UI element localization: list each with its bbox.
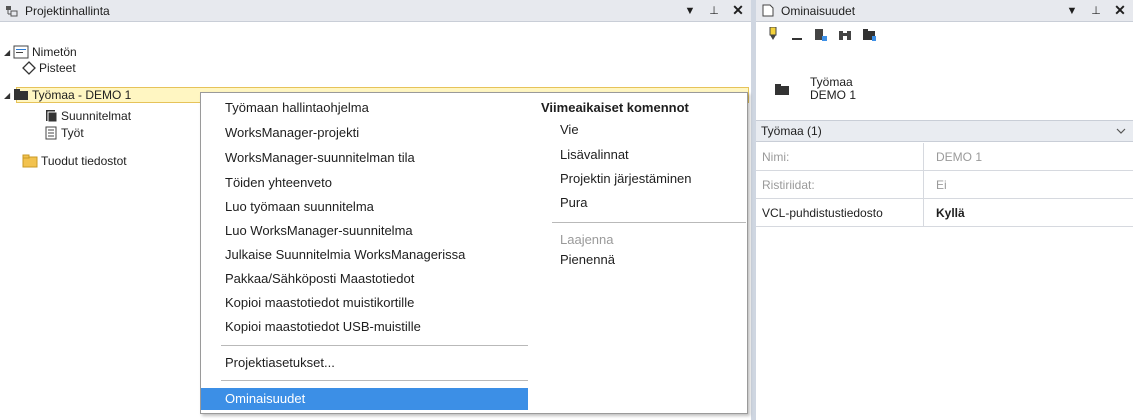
selected-object-header: Työmaa DEMO 1 — [756, 48, 1133, 122]
menu-item-project-settings[interactable]: Projektiasetukset... — [225, 352, 335, 374]
plans-icon — [44, 109, 58, 123]
tree-item-label: Pisteet — [39, 61, 76, 75]
menu-separator — [221, 380, 528, 381]
properties-panel-titlebar: Ominaisuudet ▼ ⊥ ✕ — [756, 0, 1133, 22]
dropdown-arrow-icon[interactable]: ▼ — [1061, 2, 1083, 20]
dropdown-arrow-icon[interactable]: ▼ — [679, 2, 701, 20]
menu-item-options[interactable]: Lisävalinnat — [560, 144, 629, 166]
collapse-arrow-icon[interactable]: ◢ — [4, 48, 13, 57]
pin-icon[interactable]: ⊥ — [703, 2, 725, 20]
menu-item-worksmanager-project[interactable]: WorksManager-projekti — [225, 122, 359, 144]
properties-toolbar — [756, 23, 1133, 47]
menu-item-copy-to-usb[interactable]: Kopioi maastotiedot USB-muistille — [225, 316, 421, 338]
menu-item-worksmanager-plan-status[interactable]: WorksManager-suunnitelman tila — [225, 147, 415, 169]
property-row-vcl-cleanup[interactable]: VCL-puhdistustiedosto Kyllä — [756, 199, 1133, 227]
highlight-pen-icon[interactable] — [766, 27, 780, 42]
menu-item-jobs-summary[interactable]: Töiden yhteenveto — [225, 172, 332, 194]
tree-item-label: Työt — [61, 126, 84, 140]
menu-item-expand: Laajenna — [560, 232, 614, 247]
property-value[interactable]: Kyllä — [924, 206, 965, 220]
menu-separator — [221, 345, 528, 346]
tree-item-jobs[interactable]: Työt — [44, 125, 84, 141]
close-icon[interactable]: ✕ — [1109, 2, 1131, 20]
tree-item-label: Nimetön — [32, 45, 77, 59]
property-category-label: Työmaa (1) — [761, 124, 822, 138]
menu-item-properties[interactable]: Ominaisuudet — [201, 388, 528, 410]
tree-item-label: Tuodut tiedostot — [41, 154, 127, 168]
collapse-arrow-icon[interactable]: ◢ — [4, 91, 13, 100]
project-manager-icon — [6, 5, 18, 17]
document-icon — [44, 126, 58, 140]
layer-icon[interactable] — [814, 28, 828, 42]
menu-separator — [552, 222, 746, 223]
menu-item-copy-to-memory-card[interactable]: Kopioi maastotiedot muistikortille — [225, 292, 414, 314]
project-panel-titlebar: Projektinhallinta ▼ ⊥ ✕ — [0, 0, 751, 22]
tree-item-label: Työmaa - DEMO 1 — [32, 88, 132, 102]
tree-item-points[interactable]: Pisteet — [22, 60, 76, 76]
context-menu: Työmaan hallintaohjelma WorksManager-pro… — [200, 92, 748, 414]
property-value: DEMO 1 — [936, 149, 983, 164]
folder-yellow-icon — [22, 154, 38, 168]
properties-panel-title: Ominaisuudet — [781, 3, 856, 18]
property-row-conflicts: Ristiriidat: Ei — [756, 171, 1133, 199]
menu-item-extract[interactable]: Pura — [560, 192, 587, 214]
menu-item-create-worksmanager-plan[interactable]: Luo WorksManager-suunnitelma — [225, 220, 413, 242]
property-key: Nimi: — [756, 143, 924, 170]
property-row-name: Nimi: DEMO 1 — [756, 143, 1133, 171]
pin-icon[interactable]: ⊥ — [1085, 2, 1107, 20]
property-category-header[interactable]: Työmaa (1) — [756, 120, 1133, 142]
chevron-down-icon[interactable] — [1109, 124, 1133, 138]
tree-item-site[interactable]: ◢ Työmaa - DEMO 1 — [4, 87, 131, 103]
folder-dark-icon — [13, 88, 29, 102]
folder-dark-icon — [774, 83, 790, 97]
tree-item-plans[interactable]: Suunnitelmat — [44, 108, 131, 124]
menu-item-pack-email[interactable]: Pakkaa/Sähköposti Maastotiedot — [225, 268, 414, 290]
property-value: Ei — [936, 177, 947, 192]
property-key: Ristiriidat: — [756, 171, 924, 198]
project-panel-title: Projektinhallinta — [25, 3, 110, 18]
minimize-dash-icon[interactable] — [790, 28, 804, 42]
project-manager-panel: Projektinhallinta ▼ ⊥ ✕ ◢ Nimetön Pistee… — [0, 0, 751, 420]
tree-item-imported-files[interactable]: Tuodut tiedostot — [22, 153, 127, 169]
property-key: VCL-puhdistustiedosto — [756, 199, 924, 226]
close-icon[interactable]: ✕ — [727, 2, 749, 20]
menu-item-publish-plans[interactable]: Julkaise Suunnitelmia WorksManagerissa — [225, 244, 465, 266]
menu-item-collapse[interactable]: Pienennä — [560, 249, 615, 271]
properties-page-icon — [762, 4, 774, 17]
menu-item-export[interactable]: Vie — [560, 119, 579, 141]
project-icon — [13, 45, 29, 59]
binoculars-icon[interactable] — [838, 28, 852, 42]
folder-settings-icon[interactable] — [862, 28, 876, 42]
menu-item-site-manager[interactable]: Työmaan hallintaohjelma — [225, 97, 369, 119]
point-icon — [22, 61, 36, 75]
object-type-label: Työmaa — [810, 75, 853, 89]
menu-item-organize-project[interactable]: Projektin järjestäminen — [560, 168, 692, 190]
tree-item-project[interactable]: ◢ Nimetön — [4, 44, 77, 60]
recent-commands-header: Viimeaikaiset komennot — [541, 100, 689, 115]
properties-panel: Ominaisuudet ▼ ⊥ ✕ Työmaa DEMO 1 Työmaa … — [756, 0, 1133, 420]
tree-item-label: Suunnitelmat — [61, 109, 132, 123]
object-name-label: DEMO 1 — [810, 88, 857, 102]
menu-item-create-site-plan[interactable]: Luo työmaan suunnitelma — [225, 196, 374, 218]
